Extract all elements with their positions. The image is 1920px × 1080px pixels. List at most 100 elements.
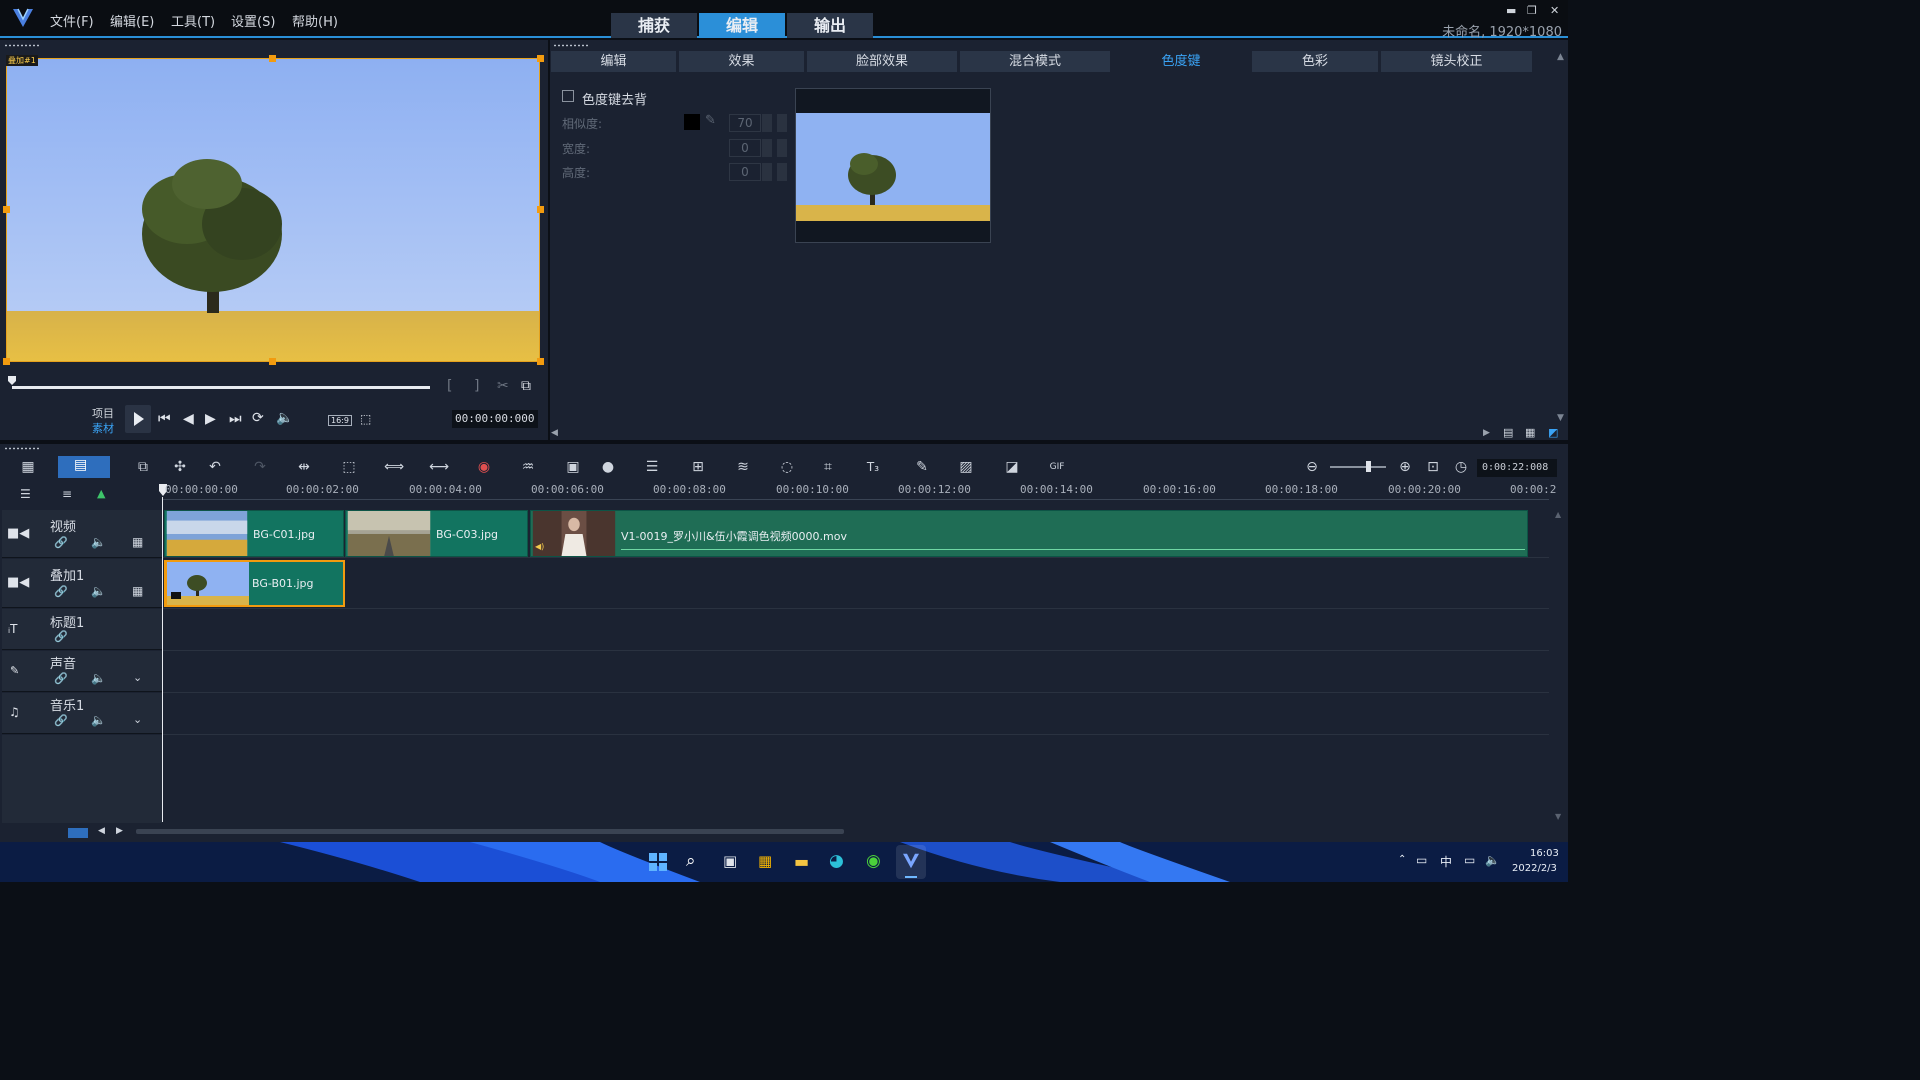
tab-options-color[interactable]: 色彩	[1252, 51, 1378, 72]
scrubber-bar[interactable]	[12, 386, 430, 389]
minimize-icon[interactable]: ▬	[1506, 4, 1516, 17]
height-dropdown[interactable]	[777, 163, 787, 181]
tracks-manager-icon[interactable]: ⧉	[133, 458, 153, 476]
timeline-vertical-scrollbar[interactable]	[1551, 510, 1565, 822]
resize-handle[interactable]	[537, 55, 544, 62]
resize-handle[interactable]	[269, 55, 276, 62]
aspect-ratio-button[interactable]: 16:9	[328, 415, 352, 426]
play-button[interactable]	[125, 405, 151, 433]
menu-tools[interactable]: 工具(T)	[171, 11, 215, 30]
tab-options-chroma-key[interactable]: 色度键	[1113, 51, 1249, 72]
scroll-left-icon[interactable]: ◀	[98, 826, 105, 836]
expand-icon[interactable]: ⌄	[133, 713, 142, 726]
record-icon[interactable]: ◉	[474, 458, 494, 476]
enlarge-preview-icon[interactable]: ⧉	[521, 378, 531, 394]
browser-icon[interactable]: ◉	[866, 851, 881, 871]
link-icon[interactable]: 🔗	[54, 714, 68, 727]
panel-grip[interactable]	[4, 44, 40, 47]
grid-icon[interactable]: ▦	[132, 535, 143, 549]
similarity-input[interactable]: 70	[729, 114, 761, 132]
resize-handle[interactable]	[3, 206, 10, 213]
layout-3-icon[interactable]: ◩	[1548, 426, 1558, 439]
timeline-clip[interactable]: BG-C03.jpg	[345, 510, 528, 557]
similarity-dropdown[interactable]	[777, 114, 787, 132]
clock-time[interactable]: 16:03	[1530, 848, 1559, 859]
tab-options-blend-mode[interactable]: 混合模式	[960, 51, 1110, 72]
link-icon[interactable]: 🔗	[54, 585, 68, 598]
scroll-right-icon[interactable]: ▶	[116, 826, 123, 836]
width-stepper[interactable]	[762, 139, 772, 157]
resize-handle[interactable]	[537, 358, 544, 365]
zoom-slider[interactable]	[1330, 466, 1386, 468]
previous-frame-icon[interactable]: ◀	[183, 411, 194, 427]
width-dropdown[interactable]	[777, 139, 787, 157]
resize-handle[interactable]	[3, 358, 10, 365]
scroll-left-icon[interactable]: ◀	[551, 428, 558, 438]
project-mode-label[interactable]: 项目	[92, 405, 114, 421]
audio-wave-icon[interactable]: ♒	[518, 458, 538, 476]
file-explorer-icon[interactable]: ▬	[794, 852, 809, 871]
mark-in-icon[interactable]: [	[447, 378, 452, 394]
stabilize-icon[interactable]: ▨	[956, 458, 976, 476]
speed-icon[interactable]: ◪	[1002, 458, 1022, 476]
width-input[interactable]: 0	[729, 139, 761, 157]
tab-capture[interactable]: 捕获	[611, 13, 697, 38]
track-header-title[interactable]: ᵢT 标题1 🔗	[2, 609, 162, 650]
mute-icon[interactable]: 🔈	[91, 535, 106, 549]
close-icon[interactable]: ✕	[1550, 4, 1559, 17]
expand-icon[interactable]: ⌄	[133, 671, 142, 684]
undo-icon[interactable]: ↶	[205, 458, 225, 476]
fit-project-icon[interactable]: ⊡	[1423, 458, 1443, 476]
preview-frame[interactable]	[6, 58, 540, 362]
tab-options-lens-correction[interactable]: 镜头校正	[1381, 51, 1532, 72]
layout-2-icon[interactable]: ▦	[1525, 426, 1535, 439]
eyedropper-icon[interactable]: ✎	[705, 113, 716, 128]
menu-file[interactable]: 文件(F)	[50, 11, 94, 30]
printer-icon[interactable]: ▭	[1416, 853, 1427, 867]
similarity-stepper[interactable]	[762, 114, 772, 132]
go-to-start-icon[interactable]: ⏮	[158, 411, 171, 427]
scroll-up-icon[interactable]: ▲	[1557, 52, 1564, 62]
timecode-display[interactable]: 00:00:00:000	[452, 410, 538, 428]
mask-icon[interactable]: ◌	[777, 458, 797, 476]
add-track-icon[interactable]: ▲	[97, 487, 105, 500]
color-grading-icon[interactable]: ●	[598, 458, 618, 476]
tools-icon[interactable]: ✣	[170, 458, 190, 476]
go-to-end-icon[interactable]: ⏭	[229, 411, 242, 427]
key-color-swatch[interactable]	[684, 114, 700, 130]
task-view-icon[interactable]: ▣	[723, 852, 737, 870]
edge-browser-icon[interactable]: ◕	[829, 851, 844, 871]
multicam-icon[interactable]: ▣	[563, 458, 583, 476]
gif-icon[interactable]: GIF	[1047, 458, 1067, 476]
mute-icon[interactable]: 🔈	[91, 713, 106, 727]
ime-indicator[interactable]: 中	[1440, 853, 1452, 870]
clock-date[interactable]: 2022/2/3	[1512, 863, 1557, 874]
timeline-scale-button[interactable]	[68, 828, 88, 838]
mute-icon[interactable]: 🔈	[91, 671, 106, 685]
tab-options-edit[interactable]: 编辑	[551, 51, 676, 72]
track-lane-overlay[interactable]	[163, 558, 1549, 609]
timeline-clip-selected[interactable]: BG-B01.jpg	[164, 560, 345, 607]
mute-icon[interactable]: 🔈	[91, 584, 106, 598]
tab-edit[interactable]: 编辑	[699, 13, 785, 38]
grid-icon[interactable]: ▦	[132, 584, 143, 598]
search-icon[interactable]: ⌕	[686, 851, 696, 871]
track-list-icon[interactable]: ☰	[20, 487, 31, 501]
timeline-horizontal-scrollbar[interactable]	[136, 829, 844, 834]
restore-icon[interactable]: ❐	[1527, 4, 1537, 17]
network-icon[interactable]: ▭	[1464, 853, 1475, 867]
storyboard-view-icon[interactable]: ▦	[18, 458, 38, 476]
layout-1-icon[interactable]: ▤	[1503, 426, 1513, 439]
repeat-icon[interactable]: ⟳	[252, 410, 264, 426]
track-header-video[interactable]: ■◀ 视频 🔗 🔈 ▦	[2, 510, 162, 558]
split-screen-icon[interactable]: ⊞	[688, 458, 708, 476]
tab-share[interactable]: 输出	[787, 13, 873, 38]
scrubber-handle[interactable]	[7, 375, 17, 386]
scroll-down-icon[interactable]: ▼	[1557, 413, 1564, 423]
store-icon[interactable]: ▦	[758, 852, 772, 870]
panel-grip[interactable]	[553, 44, 589, 47]
track-header-overlay[interactable]: ■◀ 叠加1 🔗 🔈 ▦	[2, 559, 162, 608]
speaker-icon[interactable]: 🔈	[1485, 853, 1500, 867]
video-editor-taskbar-button[interactable]	[896, 845, 926, 879]
timeline-ruler[interactable]	[163, 482, 1549, 500]
